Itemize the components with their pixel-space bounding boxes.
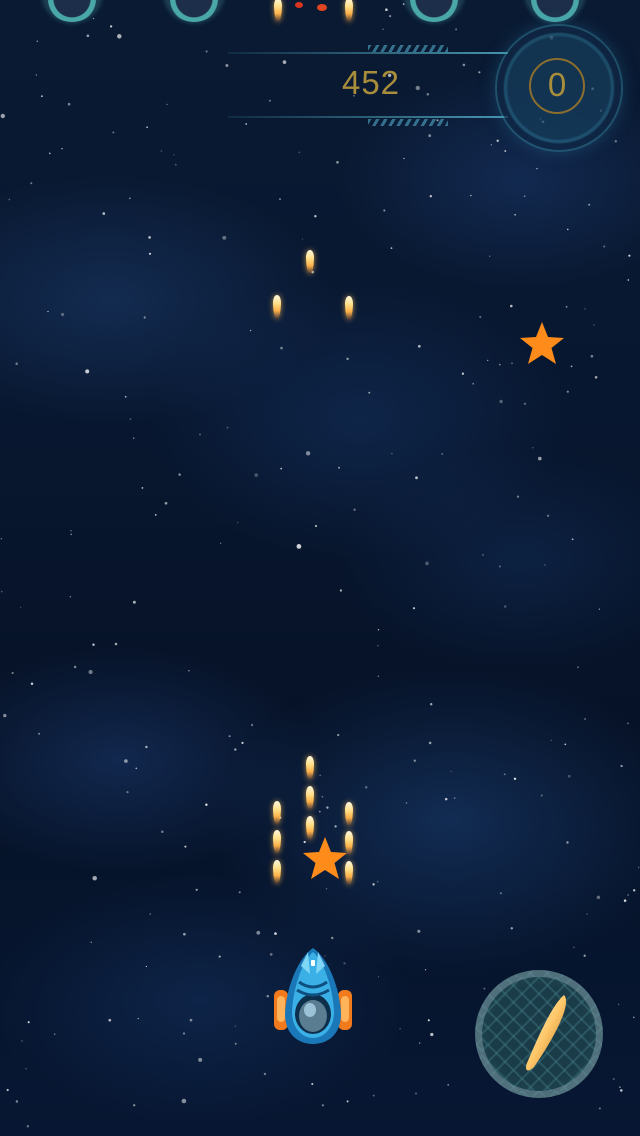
- player-ship[interactable]: [268, 944, 358, 1048]
- explosion-debris: [317, 4, 327, 11]
- star-icon: [520, 322, 564, 364]
- coin-count: 0: [547, 66, 567, 103]
- fire-missile-button[interactable]: [475, 970, 603, 1098]
- star-icon: [303, 837, 347, 879]
- game-screen[interactable]: 452 0: [0, 0, 640, 1136]
- score-value: 452: [341, 64, 401, 101]
- missile-icon: [525, 995, 567, 1071]
- explosion-debris: [295, 2, 303, 8]
